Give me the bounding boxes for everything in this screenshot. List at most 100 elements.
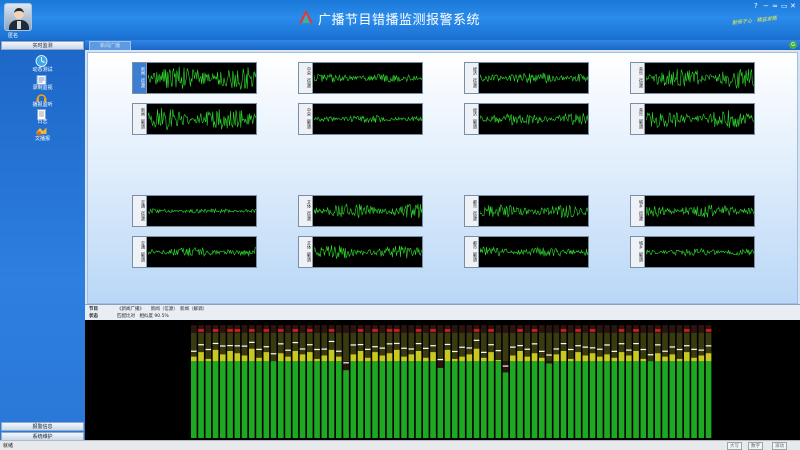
monitor-label: 文体（信源） xyxy=(299,196,313,226)
waveform-monitor[interactable]: 新闻（信源） xyxy=(132,62,257,94)
monitor-label: 新闻（解调） xyxy=(133,104,147,134)
waveform-monitor[interactable]: 城乡（信源） xyxy=(630,195,755,227)
monitor-label: 新闻（信源） xyxy=(133,63,147,93)
waveform-monitor[interactable]: 经济（信源） xyxy=(464,62,589,94)
monitor-label: 城乡（信源） xyxy=(631,196,645,226)
waveform-trace xyxy=(314,203,422,218)
sidebar-header-realtime[interactable]: 实时监测 xyxy=(1,41,84,50)
program-value: 《新闻广播》 新闻（信源） 新闻（解调） xyxy=(117,307,207,312)
level-bar xyxy=(444,325,451,438)
level-bar xyxy=(350,325,357,438)
level-bar xyxy=(539,325,545,438)
waveform-trace xyxy=(148,247,256,257)
level-bar xyxy=(466,325,473,438)
restore-icon[interactable]: ▭ xyxy=(781,2,788,10)
sidebar-nav: 动态测试 录制监视 播报监听 日志文播报 xyxy=(0,51,85,142)
user-avatar[interactable] xyxy=(4,3,32,31)
level-bar xyxy=(640,325,647,438)
monitor-label: 都市（信源） xyxy=(465,196,479,226)
help-icon[interactable]: ? xyxy=(754,2,758,10)
monitor-label: 经济（解调） xyxy=(465,104,479,134)
level-bar xyxy=(575,325,581,438)
waveform-monitor[interactable]: 文体（信源） xyxy=(298,195,423,227)
title-bar: 匿名 广播节目错播监测报警系统 勤修于心 · 精益求精 ? − ≈ ▭ ✕ xyxy=(0,0,800,40)
sidebar-item-label: 文播报 xyxy=(34,136,50,142)
status-scroll: 滚动 xyxy=(772,442,787,450)
tab-bar: 新闻广播 G xyxy=(85,40,800,50)
tab-status-icon[interactable]: G xyxy=(789,41,797,49)
waveform-monitor[interactable]: 中央（信源） xyxy=(298,62,423,94)
waveform-monitor[interactable]: 音乐（信源） xyxy=(630,62,755,94)
monitor-panel: 新闻（信源） 中央（信源） 经济（信源） 音乐（信源） 新闻（解调） 中央（解调） 经济（解… xyxy=(87,52,798,304)
waveform-monitor[interactable]: 城乡（解调） xyxy=(630,236,755,268)
level-bar xyxy=(343,325,349,438)
level-bar xyxy=(633,325,639,438)
sidebar-item-2[interactable]: 录制监视 xyxy=(0,74,85,91)
level-meter-chart xyxy=(191,325,712,438)
wifi-icon[interactable]: ≈ xyxy=(772,2,778,10)
sidebar-item-3[interactable]: 播报监听 xyxy=(0,91,85,108)
level-bar xyxy=(655,325,661,438)
level-bar xyxy=(321,325,328,438)
waveform-monitor[interactable]: 中央（解调） xyxy=(298,103,423,135)
waveform-trace xyxy=(148,208,256,214)
level-bar xyxy=(270,325,277,438)
level-bar xyxy=(560,325,567,438)
level-bar xyxy=(452,325,458,438)
waveform-monitor[interactable]: 文体（解调） xyxy=(298,236,423,268)
level-bar xyxy=(691,325,697,438)
level-bar xyxy=(292,325,299,438)
level-bar xyxy=(705,325,712,438)
level-bar xyxy=(401,325,407,438)
level-bar xyxy=(618,325,625,438)
level-bar xyxy=(488,325,494,438)
level-bar xyxy=(205,325,212,438)
level-bar xyxy=(568,325,574,438)
status-num: 数字 xyxy=(748,442,763,450)
sidebar-item-label: 动态测试 xyxy=(32,67,53,73)
waveform-monitor[interactable]: 经济（解调） xyxy=(464,103,589,135)
waveform-monitor[interactable]: 交通（信源） xyxy=(132,195,257,227)
level-bar xyxy=(662,325,668,438)
tab-news-broadcast[interactable]: 新闻广播 xyxy=(89,41,131,50)
waveform-monitor[interactable]: 都市（解调） xyxy=(464,236,589,268)
minimize-icon[interactable]: − xyxy=(763,2,769,10)
level-bar xyxy=(611,325,618,438)
waveform-monitor[interactable]: 都市（信源） xyxy=(464,195,589,227)
level-bar xyxy=(495,325,502,438)
sidebar-header-alarms[interactable]: 报警信息 xyxy=(1,422,84,431)
level-bar xyxy=(459,325,465,438)
sidebar-item-5[interactable]: 文播报 xyxy=(0,125,85,142)
level-bar xyxy=(684,325,690,438)
waveform-trace xyxy=(646,110,754,129)
level-bar xyxy=(394,325,400,438)
level-bar xyxy=(372,325,378,438)
waveform-monitor[interactable]: 交通（解调） xyxy=(132,236,257,268)
sidebar-item-1[interactable]: 动态测试 xyxy=(0,51,85,74)
level-bar xyxy=(437,325,444,438)
waveform-trace xyxy=(314,73,422,83)
level-bar xyxy=(234,325,241,438)
level-bar xyxy=(198,325,204,438)
monitor-label: 音乐（解调） xyxy=(631,104,645,134)
monitor-label: 都市（解调） xyxy=(465,237,479,267)
waveform-trace xyxy=(480,72,588,84)
level-bar xyxy=(314,325,320,438)
level-bar xyxy=(698,325,705,438)
level-bar xyxy=(546,325,552,438)
program-label: 节目 xyxy=(89,307,98,312)
level-bar xyxy=(227,325,233,438)
waveform-trace xyxy=(314,245,422,260)
level-bar xyxy=(278,325,284,438)
level-bar xyxy=(473,325,480,438)
level-bar xyxy=(502,325,509,438)
monitor-label: 城乡（解调） xyxy=(631,237,645,267)
sidebar-item-4[interactable]: 日志 xyxy=(0,108,85,125)
level-bar xyxy=(676,325,683,438)
level-bar xyxy=(510,325,516,438)
waveform-monitor[interactable]: 音乐（解调） xyxy=(630,103,755,135)
level-bar xyxy=(328,325,335,438)
close-icon[interactable]: ✕ xyxy=(790,2,796,10)
waveform-monitor[interactable]: 新闻（解调） xyxy=(132,103,257,135)
level-bar xyxy=(307,325,313,438)
